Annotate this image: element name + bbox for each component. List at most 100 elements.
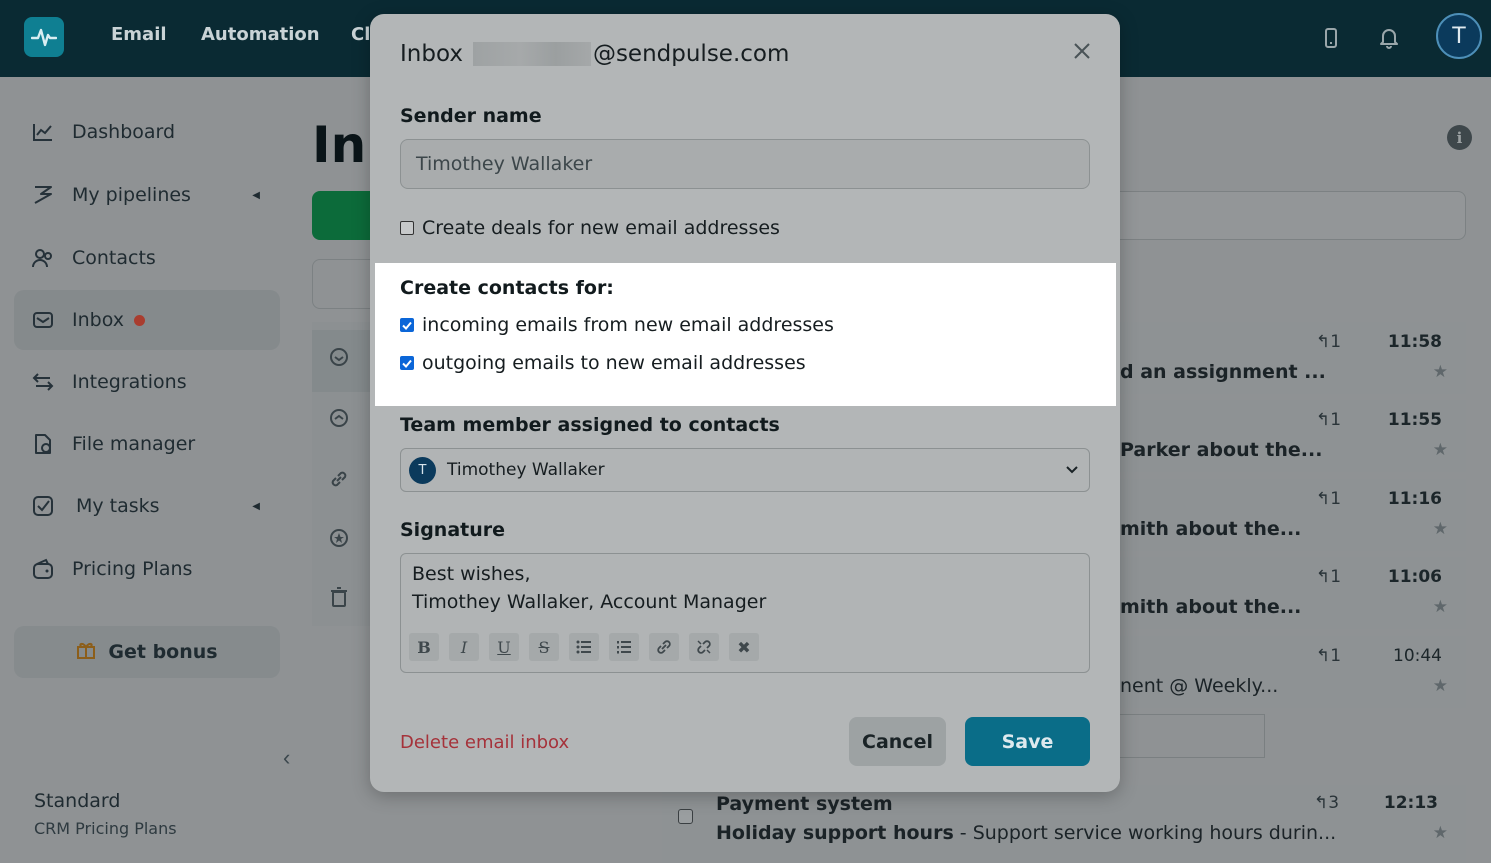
avatar: T	[409, 456, 436, 484]
envelope-icon	[32, 309, 54, 331]
star-icon[interactable]: ★	[1433, 597, 1448, 617]
link-icon	[657, 640, 671, 654]
reply-count: ↰1	[1316, 567, 1342, 587]
underline-button[interactable]: U	[489, 633, 519, 661]
star-circle-icon[interactable]	[328, 527, 350, 549]
delete-inbox-link[interactable]: Delete email inbox	[400, 732, 569, 753]
team-member-select[interactable]: T Timothey Wallaker	[400, 448, 1090, 492]
inbox-settings-modal: Inbox @sendpulse.com Sender name Timothe…	[370, 14, 1120, 792]
mail-row[interactable]: ↰1 11:55 Parker about the... ★	[1110, 400, 1466, 472]
bullet-list-button[interactable]	[569, 633, 599, 661]
mail-checkbox[interactable]	[678, 809, 693, 824]
mail-row[interactable]: ↰1 11:58 d an assignment ... ★	[1110, 322, 1466, 394]
bold-button[interactable]: B	[409, 633, 439, 661]
signature-line: Best wishes,	[412, 563, 531, 585]
bell-icon[interactable]	[1375, 24, 1403, 52]
pipeline-icon	[32, 184, 54, 206]
collapse-sidebar-icon[interactable]: ‹	[283, 745, 290, 771]
user-avatar[interactable]: T	[1436, 13, 1482, 59]
sender-name-input[interactable]: Timothey Wallaker	[400, 139, 1090, 189]
strikethrough-button[interactable]: S	[529, 633, 559, 661]
inline-field[interactable]	[1110, 714, 1265, 758]
mail-row[interactable]: Payment system Holiday support hours - S…	[662, 785, 1466, 863]
sidebar-item-tasks[interactable]: My tasks ◀	[14, 476, 280, 536]
outgoing-option[interactable]: outgoing emails to new email addresses	[400, 352, 806, 374]
sidebar-item-label: File manager	[72, 433, 196, 455]
wallet-icon	[32, 558, 54, 580]
unlink-button[interactable]	[689, 633, 719, 661]
team-member-label: Team member assigned to contacts	[400, 414, 780, 436]
mail-row[interactable]: ↰1 10:44 nent @ Weekly... ★	[1110, 636, 1466, 708]
create-contacts-section: Create contacts for: incoming emails fro…	[375, 263, 1116, 406]
numbered-list-icon	[617, 641, 631, 654]
mail-row[interactable]: ↰1 11:16 mith about the... ★	[1110, 479, 1466, 551]
create-deals-checkbox[interactable]	[400, 221, 414, 235]
sidebar-item-label: Dashboard	[72, 121, 176, 143]
mail-row[interactable]: ↰1 11:06 mith about the... ★	[1110, 557, 1466, 629]
sidebar-item-integrations[interactable]: Integrations	[14, 352, 280, 412]
cancel-button[interactable]: Cancel	[849, 717, 946, 766]
create-deals-label: Create deals for new email addresses	[422, 217, 780, 239]
folder-list	[312, 322, 372, 626]
signature-editor[interactable]: Best wishes, Timothey Wallaker, Account …	[400, 553, 1090, 673]
link-button[interactable]	[649, 633, 679, 661]
nav-automation[interactable]: Automation	[201, 24, 320, 45]
star-icon[interactable]: ★	[1433, 676, 1448, 696]
sidebar-item-dashboard[interactable]: Dashboard	[14, 102, 280, 162]
chevron-down-icon	[1065, 462, 1079, 480]
star-icon[interactable]: ★	[1433, 440, 1448, 460]
pulse-icon	[31, 28, 57, 47]
reply-count: ↰3	[1314, 793, 1340, 813]
mail-subject: Parker about the...	[1120, 439, 1323, 461]
sent-icon[interactable]	[328, 407, 350, 429]
sidebar-item-label: My tasks	[76, 495, 160, 517]
sidebar-item-label: Pricing Plans	[72, 558, 193, 580]
star-icon[interactable]: ★	[1433, 519, 1448, 539]
numbered-list-button[interactable]	[609, 633, 639, 661]
outgoing-label: outgoing emails to new email addresses	[422, 352, 806, 374]
close-icon[interactable]	[1070, 39, 1094, 63]
caret-left-icon: ◀	[252, 500, 260, 512]
italic-button[interactable]: I	[449, 633, 479, 661]
gift-icon	[76, 640, 96, 665]
bullet-list-icon	[576, 640, 591, 654]
star-icon[interactable]: ★	[1433, 362, 1448, 382]
mobile-icon[interactable]	[1317, 24, 1345, 52]
sidebar-item-label: Inbox	[72, 309, 124, 331]
sidebar-item-file-manager[interactable]: File manager	[14, 414, 280, 474]
create-deals-option[interactable]: Create deals for new email addresses	[400, 217, 780, 239]
mail-time: 11:16	[1387, 489, 1442, 509]
sender-name-label: Sender name	[400, 105, 542, 127]
redacted-email	[472, 42, 591, 66]
unlink-icon	[697, 640, 711, 654]
reply-count: ↰1	[1316, 489, 1342, 509]
sidebar-item-label: Integrations	[72, 371, 187, 393]
trash-icon[interactable]	[328, 586, 350, 608]
sidebar-item-contacts[interactable]: Contacts	[14, 228, 280, 288]
sidebar-item-inbox[interactable]: Inbox	[14, 290, 280, 350]
nav-chatbots[interactable]: Cl	[351, 24, 370, 45]
star-icon[interactable]: ★	[1433, 823, 1448, 843]
save-button[interactable]: Save	[965, 717, 1090, 766]
plan-subtitle[interactable]: CRM Pricing Plans	[34, 819, 177, 838]
search-input[interactable]	[1110, 191, 1466, 240]
incoming-checkbox[interactable]	[400, 318, 414, 332]
arrows-exchange-icon	[32, 371, 54, 393]
chart-line-icon	[32, 121, 54, 143]
incoming-option[interactable]: incoming emails from new email addresses	[400, 314, 834, 336]
outgoing-checkbox[interactable]	[400, 356, 414, 370]
file-icon	[32, 433, 54, 455]
app-logo[interactable]	[24, 17, 64, 57]
reply-count: ↰1	[1316, 410, 1342, 430]
get-bonus-button[interactable]: Get bonus	[14, 626, 280, 678]
modal-title-suffix: @sendpulse.com	[592, 41, 790, 67]
link-icon[interactable]	[328, 468, 350, 490]
nav-email[interactable]: Email	[111, 24, 167, 45]
sidebar-item-pipelines[interactable]: My pipelines ◀	[14, 165, 280, 225]
sidebar-item-pricing[interactable]: Pricing Plans	[14, 539, 280, 599]
sidebar: Dashboard My pipelines ◀ Contacts Inbox …	[0, 77, 295, 863]
clear-format-button[interactable]: ✖	[729, 633, 759, 661]
info-icon[interactable]: i	[1447, 125, 1472, 150]
inbox-tray-icon[interactable]	[328, 346, 350, 368]
checkbox-icon	[32, 495, 54, 517]
